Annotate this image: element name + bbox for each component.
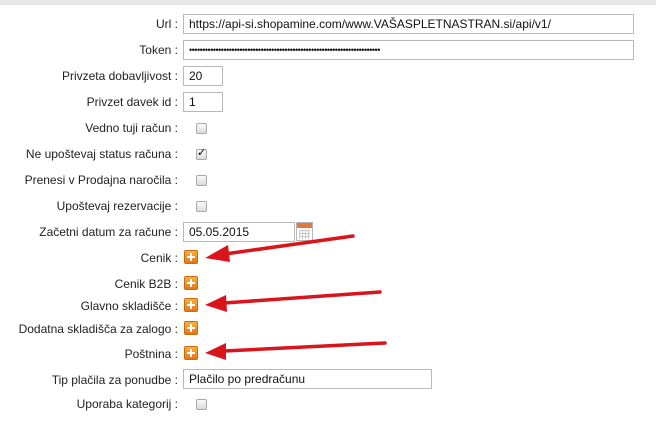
red-arrow-cenik — [205, 234, 355, 262]
annotation-arrows — [205, 234, 387, 360]
red-arrow-glavno-skladisce — [205, 290, 382, 312]
red-arrow-postnina — [205, 341, 387, 360]
